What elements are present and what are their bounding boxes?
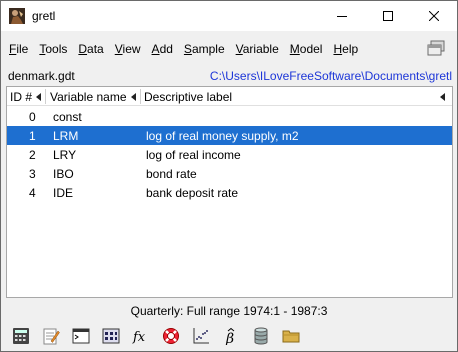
- column-header-id[interactable]: ID #: [10, 90, 32, 104]
- session-windows-icon[interactable]: [427, 40, 445, 56]
- folder-icon[interactable]: [282, 327, 300, 345]
- column-header-name[interactable]: Variable name: [50, 90, 127, 104]
- close-button[interactable]: [411, 1, 457, 31]
- dataset-info-bar: denmark.gdt C:\Users\ILoveFreeSoftware\D…: [1, 66, 457, 86]
- bottom-toolbar: fx β: [1, 321, 457, 351]
- table-row[interactable]: 2 LRY log of real income: [7, 145, 452, 164]
- scatter-plot-icon[interactable]: [192, 327, 210, 345]
- title-bar[interactable]: gretl: [1, 1, 457, 31]
- status-bar: Quarterly: Full range 1974:1 - 1987:3: [130, 304, 328, 318]
- table-row[interactable]: 0 const: [7, 107, 452, 126]
- table-row[interactable]: 4 IDE bank deposit rate: [7, 183, 452, 202]
- close-icon: [429, 11, 439, 21]
- dataset-name: denmark.gdt: [8, 69, 75, 83]
- terminal-icon[interactable]: [72, 327, 90, 345]
- column-divider[interactable]: [45, 89, 46, 104]
- sort-arrow-icon: [131, 93, 136, 101]
- session-icon-view-icon[interactable]: [102, 327, 120, 345]
- gretl-app-icon: [9, 8, 25, 24]
- database-icon[interactable]: [252, 327, 270, 345]
- column-header-label[interactable]: Descriptive label: [144, 90, 232, 104]
- maximize-icon: [383, 11, 393, 21]
- minimize-icon: [337, 16, 347, 17]
- list-header: ID # Variable name Descriptive label: [7, 87, 452, 106]
- function-fx-icon[interactable]: fx: [132, 327, 150, 345]
- beta-hat-model-icon[interactable]: β: [222, 327, 240, 345]
- help-lifebuoy-icon[interactable]: [162, 327, 180, 345]
- sort-arrow-icon: [440, 93, 445, 101]
- dataset-path: C:\Users\ILoveFreeSoftware\Documents\gre…: [209, 69, 452, 83]
- menu-variable[interactable]: Variable: [236, 42, 279, 56]
- maximize-button[interactable]: [365, 1, 411, 31]
- svg-text:β: β: [225, 331, 234, 345]
- column-divider[interactable]: [140, 89, 141, 104]
- minimize-button[interactable]: [319, 1, 365, 31]
- table-row[interactable]: 3 IBO bond rate: [7, 164, 452, 183]
- menu-add[interactable]: Add: [152, 42, 173, 56]
- svg-text:fx: fx: [132, 330, 146, 345]
- menu-sample[interactable]: Sample: [184, 42, 225, 56]
- table-row[interactable]: 1 LRM log of real money supply, m2: [7, 126, 452, 145]
- menu-data[interactable]: Data: [78, 42, 103, 56]
- calculator-icon[interactable]: [12, 327, 30, 345]
- variable-list[interactable]: ID # Variable name Descriptive label 0 c…: [6, 86, 453, 298]
- script-editor-icon[interactable]: [42, 327, 60, 345]
- gretl-window: gretl File Tools Data View Add Sample Va…: [0, 0, 458, 352]
- menu-view[interactable]: View: [115, 42, 141, 56]
- window-title: gretl: [32, 9, 56, 23]
- menu-model[interactable]: Model: [290, 42, 323, 56]
- menu-tools[interactable]: Tools: [39, 42, 67, 56]
- menu-file[interactable]: File: [9, 42, 28, 56]
- menu-bar: File Tools Data View Add Sample Variable…: [1, 31, 457, 66]
- sort-arrow-icon: [36, 93, 41, 101]
- menu-help[interactable]: Help: [333, 42, 358, 56]
